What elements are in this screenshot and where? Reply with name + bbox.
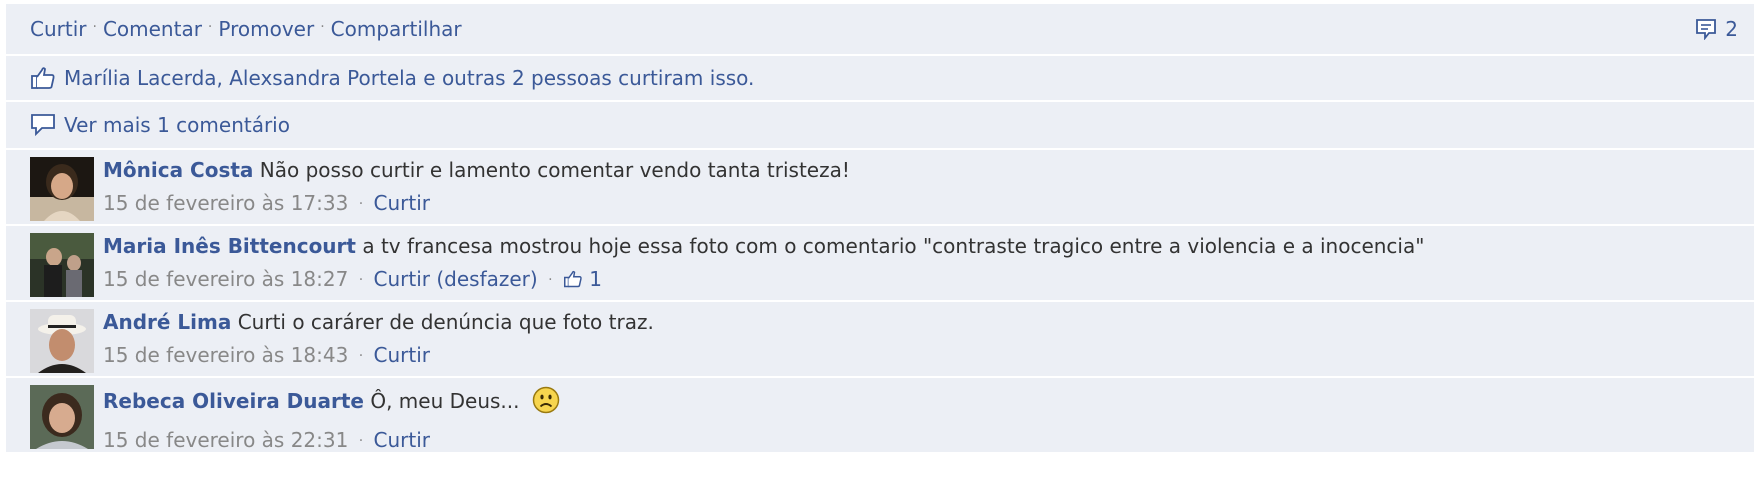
- comment-text: Ô, meu Deus...: [370, 389, 520, 413]
- comment-timestamp[interactable]: 15 de fevereiro às 17:33: [103, 191, 348, 215]
- comment-text: Curti o carárer de denúncia que foto tra…: [237, 310, 654, 334]
- comment-item: André Lima Curti o carárer de denúncia q…: [6, 302, 1754, 378]
- comment-count-icon: [1696, 19, 1717, 40]
- separator-dot: ·: [358, 272, 364, 288]
- likes-summary-text[interactable]: Marília Lacerda, Alexsandra Portela e ou…: [64, 66, 754, 90]
- comment-like-link[interactable]: Curtir: [374, 191, 430, 215]
- avatar[interactable]: [30, 157, 94, 221]
- comment-timestamp[interactable]: 15 de fevereiro às 22:31: [103, 428, 348, 452]
- separator-dot: ·: [358, 433, 364, 449]
- action-bar: Curtir · Comentar · Promover · Compartil…: [6, 4, 1754, 56]
- separator-dot: ·: [548, 272, 553, 288]
- like-count-number: 1: [589, 267, 602, 291]
- separator-dot: ·: [207, 19, 213, 35]
- separator-dot: ·: [358, 196, 364, 212]
- likes-summary: Marília Lacerda, Alexsandra Portela e ou…: [6, 56, 1754, 102]
- avatar[interactable]: [30, 309, 94, 373]
- comment-author[interactable]: André Lima: [103, 310, 231, 334]
- separator-dot: ·: [320, 19, 325, 35]
- avatar[interactable]: [30, 233, 94, 297]
- comment-like-count[interactable]: 1: [563, 267, 602, 291]
- share-link[interactable]: Compartilhar: [331, 17, 462, 41]
- comment-count-number: 2: [1725, 17, 1738, 41]
- comment-text: a tv francesa mostrou hoje essa foto com…: [362, 234, 1425, 258]
- thumbs-up-icon: [31, 67, 55, 89]
- avatar[interactable]: [30, 385, 94, 449]
- comment-timestamp[interactable]: 15 de fevereiro às 18:27: [103, 267, 348, 291]
- comment-timestamp[interactable]: 15 de fevereiro às 18:43: [103, 343, 348, 367]
- comment-text: Não posso curtir e lamento comentar vend…: [259, 158, 850, 182]
- comment-feed: Curtir · Comentar · Promover · Compartil…: [6, 4, 1754, 454]
- separator-dot: ·: [358, 348, 364, 364]
- like-link[interactable]: Curtir: [30, 17, 86, 41]
- comment-unlike-link[interactable]: Curtir (desfazer): [374, 267, 538, 291]
- comment-like-link[interactable]: Curtir: [374, 343, 430, 367]
- promote-link[interactable]: Promover: [218, 17, 314, 41]
- comment-like-link[interactable]: Curtir: [374, 428, 430, 452]
- comment-count[interactable]: 2: [1695, 17, 1738, 41]
- view-more-comments[interactable]: Ver mais 1 comentário: [6, 102, 1754, 150]
- view-more-comments-link[interactable]: Ver mais 1 comentário: [64, 113, 290, 137]
- comment-author[interactable]: Maria Inês Bittencourt: [103, 234, 356, 258]
- comment-author[interactable]: Rebeca Oliveira Duarte: [103, 389, 364, 413]
- comment-link[interactable]: Comentar: [103, 17, 202, 41]
- separator-dot: ·: [92, 19, 97, 35]
- comment-item: Maria Inês Bittencourt a tv francesa mos…: [6, 226, 1754, 302]
- comment-bubble-icon: [31, 114, 55, 137]
- comment-item: Rebeca Oliveira Duarte Ô, meu Deus... 15…: [6, 378, 1754, 454]
- comment-item: Mônica Costa Não posso curtir e lamento …: [6, 150, 1754, 226]
- comment-author[interactable]: Mônica Costa: [103, 158, 253, 182]
- frown-emoticon-icon: [532, 386, 560, 419]
- thumbs-up-icon: [563, 270, 582, 288]
